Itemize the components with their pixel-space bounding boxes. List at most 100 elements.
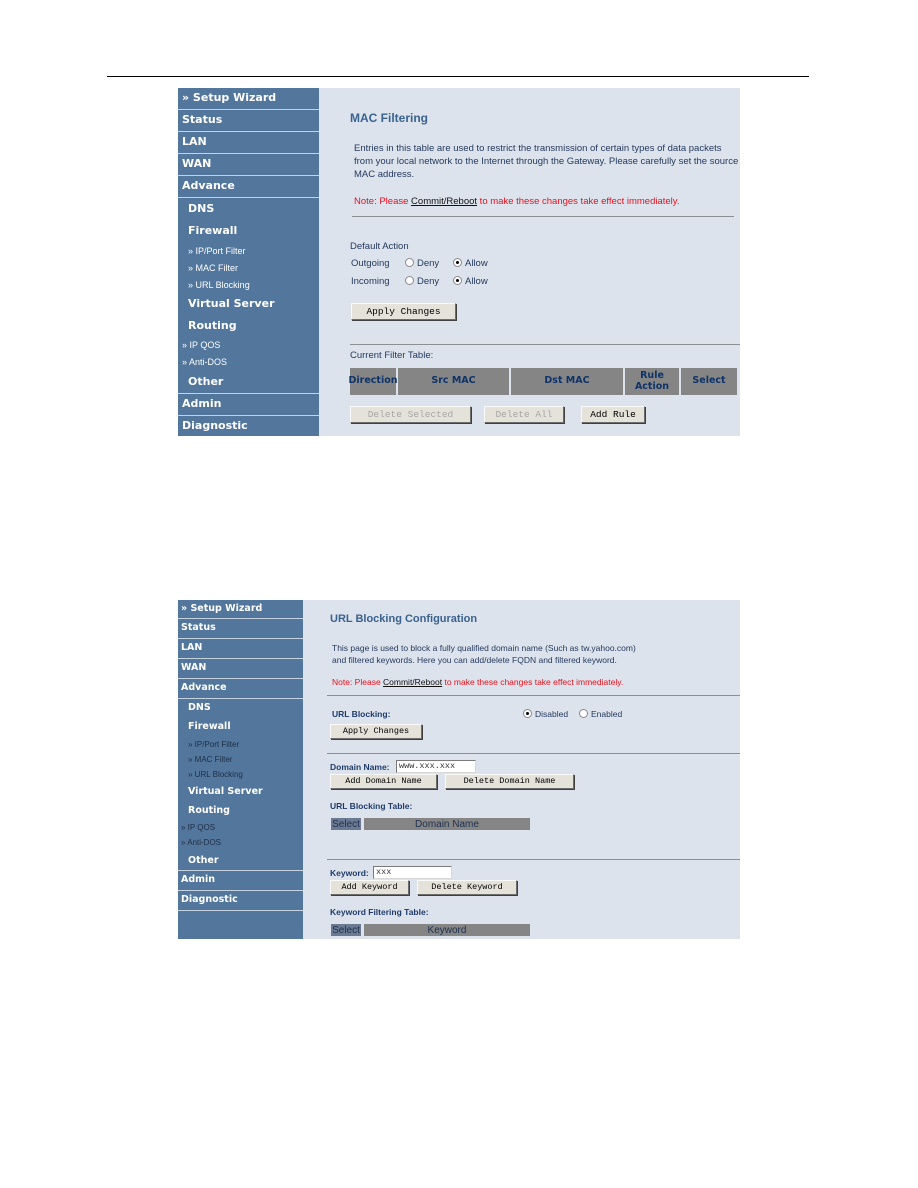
divider xyxy=(327,753,740,754)
keyword-label: Keyword: xyxy=(330,868,369,878)
radio-checked-icon xyxy=(453,276,462,285)
radio-checked-icon xyxy=(453,258,462,267)
deny-text: Deny xyxy=(417,276,440,287)
sidebar-item-url-blocking[interactable]: » URL Blocking xyxy=(178,278,319,292)
commit-reboot-link[interactable]: Commit/Reboot xyxy=(383,677,442,687)
url-blocking-table-label: URL Blocking Table: xyxy=(330,801,413,811)
col-dst-mac: Dst MAC xyxy=(511,368,623,395)
keyword-filtering-table-label: Keyword Filtering Table: xyxy=(330,907,429,917)
mac-filtering-content: MAC Filtering Entries in this table are … xyxy=(319,88,740,436)
sidebar-item-ip-qos[interactable]: » IP QOS xyxy=(178,338,319,352)
sidebar-item-firewall[interactable]: Firewall xyxy=(178,719,303,735)
sidebar-item-status[interactable]: Status xyxy=(178,619,303,639)
sidebar-item-diagnostic[interactable]: Diagnostic xyxy=(178,891,303,911)
page-description-line1: This page is used to block a fully quali… xyxy=(332,643,636,653)
page-description: Entries in this table are used to restri… xyxy=(354,143,739,180)
sidebar-item-mac-filter[interactable]: » MAC Filter xyxy=(178,261,319,275)
commit-reboot-link[interactable]: Commit/Reboot xyxy=(411,196,477,207)
sidebar-item-ip-port-filter[interactable]: » IP/Port Filter xyxy=(178,244,319,258)
divider xyxy=(352,216,734,217)
sidebar-item-wan[interactable]: WAN xyxy=(178,154,319,176)
sidebar: » Setup Wizard Status LAN WAN Advance DN… xyxy=(178,88,319,436)
col-rule-action: Rule Action xyxy=(625,368,679,395)
divider xyxy=(350,344,740,345)
note-suffix: to make these changes take effect immedi… xyxy=(442,677,624,687)
outgoing-deny-radio[interactable]: Deny xyxy=(405,258,439,269)
sidebar-item-setup-wizard[interactable]: » Setup Wizard xyxy=(178,88,319,110)
page-title: URL Blocking Configuration xyxy=(330,613,478,625)
commit-note: Note: Please Commit/Reboot to make these… xyxy=(332,677,623,687)
sidebar-item-advance[interactable]: Advance xyxy=(178,176,319,198)
col-select: Select xyxy=(331,924,361,936)
sidebar-item-status[interactable]: Status xyxy=(178,110,319,132)
delete-domain-name-button[interactable]: Delete Domain Name xyxy=(445,774,574,789)
outgoing-label: Outgoing xyxy=(351,258,390,269)
sidebar-item-ip-port-filter[interactable]: » IP/Port Filter xyxy=(178,739,303,751)
enabled-text: Enabled xyxy=(591,709,623,719)
current-filter-table-label: Current Filter Table: xyxy=(350,350,434,361)
note-prefix: Note: Please xyxy=(354,196,412,207)
enabled-radio[interactable]: Enabled xyxy=(579,709,622,719)
col-domain-name: Domain Name xyxy=(364,818,530,830)
sidebar-item-virtual-server[interactable]: Virtual Server xyxy=(178,784,303,800)
col-direction: Direction xyxy=(349,368,398,395)
sidebar-item-routing[interactable]: Routing xyxy=(178,803,303,819)
sidebar-item-admin[interactable]: Admin xyxy=(178,394,319,416)
allow-text: Allow xyxy=(465,276,488,287)
note-prefix: Note: Please xyxy=(332,677,384,687)
sidebar-item-advance[interactable]: Advance xyxy=(178,679,303,699)
note-suffix: to make these changes take effect immedi… xyxy=(477,196,680,207)
incoming-allow-radio[interactable]: Allow xyxy=(453,276,488,287)
sidebar-item-lan[interactable]: LAN xyxy=(178,132,319,154)
sidebar-item-anti-dos[interactable]: » Anti-DOS xyxy=(178,355,319,369)
col-src-mac: Src MAC xyxy=(398,368,509,395)
incoming-deny-radio[interactable]: Deny xyxy=(405,276,439,287)
radio-icon xyxy=(405,276,414,285)
col-select: Select xyxy=(331,818,361,830)
divider xyxy=(327,695,740,696)
page-description-line2: and filtered keywords. Here you can add/… xyxy=(332,655,617,665)
sidebar-item-diagnostic[interactable]: Diagnostic xyxy=(178,416,319,436)
sidebar-item-other[interactable]: Other xyxy=(178,852,303,871)
url-blocking-screenshot: » Setup Wizard Status LAN WAN Advance DN… xyxy=(178,600,740,939)
sidebar-item-setup-wizard[interactable]: » Setup Wizard xyxy=(178,600,303,619)
domain-name-input[interactable]: www.xxx.xxx xyxy=(396,760,476,773)
sidebar-item-anti-dos[interactable]: » Anti-DOS xyxy=(178,837,303,849)
sidebar-item-wan[interactable]: WAN xyxy=(178,659,303,679)
apply-changes-button[interactable]: Apply Changes xyxy=(351,303,456,320)
sidebar-item-ip-qos[interactable]: » IP QOS xyxy=(178,822,303,834)
sidebar-item-dns[interactable]: DNS xyxy=(178,700,303,716)
disabled-radio[interactable]: Disabled xyxy=(523,709,568,719)
url-blocking-label: URL Blocking: xyxy=(332,709,391,719)
add-domain-name-button[interactable]: Add Domain Name xyxy=(330,774,437,789)
sidebar-item-other[interactable]: Other xyxy=(178,372,319,394)
filter-table-header: Direction Src MAC Dst MAC Rule Action Se… xyxy=(349,368,737,395)
sidebar-item-mac-filter[interactable]: » MAC Filter xyxy=(178,754,303,766)
sidebar-item-url-blocking[interactable]: » URL Blocking xyxy=(178,769,303,781)
sidebar-item-routing[interactable]: Routing xyxy=(178,317,319,335)
commit-note: Note: Please Commit/Reboot to make these… xyxy=(354,196,679,207)
sidebar-item-virtual-server[interactable]: Virtual Server xyxy=(178,295,319,313)
sidebar-item-dns[interactable]: DNS xyxy=(178,200,319,218)
add-keyword-button[interactable]: Add Keyword xyxy=(330,880,409,895)
delete-all-button[interactable]: Delete All xyxy=(484,406,564,423)
radio-icon xyxy=(405,258,414,267)
radio-checked-icon xyxy=(523,709,532,718)
page-header-rule xyxy=(107,76,809,77)
page-title: MAC Filtering xyxy=(350,111,428,125)
delete-keyword-button[interactable]: Delete Keyword xyxy=(417,880,517,895)
radio-icon xyxy=(579,709,588,718)
incoming-label: Incoming xyxy=(351,276,390,287)
sidebar-item-admin[interactable]: Admin xyxy=(178,871,303,891)
sidebar-item-firewall[interactable]: Firewall xyxy=(178,222,319,240)
domain-name-label: Domain Name: xyxy=(330,762,390,772)
add-rule-button[interactable]: Add Rule xyxy=(581,406,645,423)
outgoing-allow-radio[interactable]: Allow xyxy=(453,258,488,269)
url-blocking-table-header: Select Domain Name xyxy=(331,818,530,830)
delete-selected-button[interactable]: Delete Selected xyxy=(350,406,471,423)
apply-changes-button[interactable]: Apply Changes xyxy=(330,724,422,739)
default-action-label: Default Action xyxy=(350,241,409,252)
keyword-filtering-table-header: Select Keyword xyxy=(331,924,530,936)
keyword-input[interactable]: xxx xyxy=(373,866,452,879)
sidebar-item-lan[interactable]: LAN xyxy=(178,639,303,659)
